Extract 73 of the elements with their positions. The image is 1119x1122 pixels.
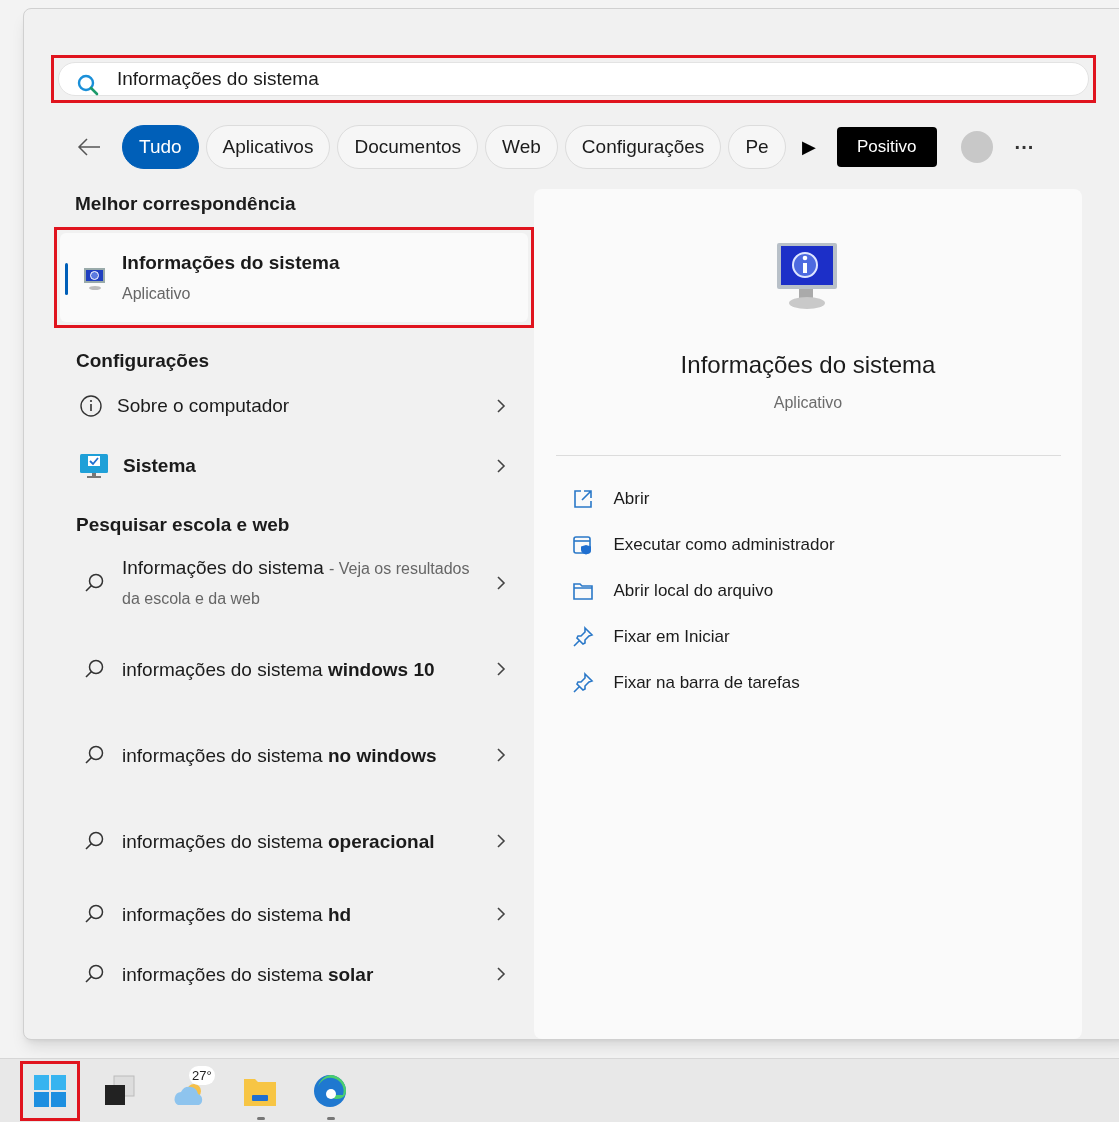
result-type: Aplicativo [122,283,192,304]
pin-icon [571,672,594,694]
best-match-item[interactable]: Informações do sistema Aplicativo [60,233,528,322]
web-search-item[interactable]: Informações do sistema - Veja os resultados da escola e da web [54,540,534,626]
action-item[interactable]: Executar como administrador [555,522,1061,568]
filter-tab[interactable]: Pe [728,125,786,169]
search-icon [84,658,106,680]
temperature-badge: 27° [189,1065,215,1085]
settings-label: Sobre o computador [117,393,291,418]
search-icon [84,830,106,852]
selection-indicator [65,263,68,295]
filter-tab[interactable]: Configurações [564,125,722,169]
action-label: Fixar em Iniciar [613,626,730,649]
window-shield-icon [571,534,594,556]
web-search-item[interactable]: informações do sistema operacional [54,798,534,884]
windows-logo-icon [32,1072,68,1109]
search-icon [84,963,106,985]
account-button[interactable]: Positivo [837,127,937,167]
suggestion-text: informações do sistema solar [122,962,375,987]
search-icon [84,744,106,766]
chevron-right-icon [496,575,506,591]
scroll-right-button[interactable]: ▶ [789,133,829,161]
search-field[interactable]: Informações do sistema [58,62,1089,96]
filter-tab[interactable]: Aplicativos [205,125,331,169]
app-title: Informações do sistema [680,350,936,380]
pin-icon [571,626,594,648]
app-type: Aplicativo [773,393,843,413]
settings-item[interactable]: Sistema [54,436,534,496]
back-arrow-icon[interactable] [76,137,102,157]
filter-tab[interactable]: Web [485,125,558,169]
action-label: Abrir [613,488,650,511]
chevron-right-icon [496,661,506,677]
web-search-item[interactable]: informações do sistema windows 10 [54,626,534,712]
chevron-right-icon [496,906,506,922]
suggestion-text: informações do sistema no windows [122,743,438,768]
web-search-item[interactable]: informações do sistema no windows [54,712,534,798]
suggestion-text: informações do sistema windows 10 [122,657,436,682]
section-heading: Melhor correspondência [74,192,297,216]
web-search-item[interactable]: informações do sistema solar [54,944,534,1004]
settings-item[interactable]: Sobre o computador [54,376,534,436]
search-icon [84,903,106,925]
chevron-right-icon [496,398,506,414]
suggestion-text: informações do sistema operacional [122,829,436,854]
chevron-right-icon [496,966,506,982]
running-indicator [257,1116,265,1120]
chevron-right-icon [496,747,506,763]
external-link-icon [571,488,594,510]
suggestion-text: informações do sistema hd [122,902,353,927]
action-item[interactable]: Abrir local do arquivo [555,568,1061,614]
search-icon [84,572,106,594]
chevron-right-icon [496,458,506,474]
settings-label: Sistema [123,453,197,478]
action-item[interactable]: Abrir [555,476,1061,522]
action-label: Executar como administrador [613,534,835,557]
chevron-right-icon [496,833,506,849]
filter-tab[interactable]: Tudo [122,125,199,169]
more-options-button[interactable]: ··· [1014,132,1035,162]
browser-icon [312,1072,348,1109]
result-title: Informações do sistema [122,251,340,276]
section-heading: Configurações [75,349,211,373]
monitor-check-icon [79,452,109,480]
action-item[interactable]: Fixar em Iniciar [555,614,1061,660]
folder-icon [571,580,594,602]
running-indicator [327,1116,335,1120]
action-label: Fixar na barra de tarefas [613,672,800,695]
action-item[interactable]: Fixar na barra de tarefas [555,660,1061,706]
taskbar-button[interactable]: 27° [160,1060,220,1121]
filter-tab[interactable]: Documentos [337,125,479,169]
info-icon [79,394,103,418]
section-heading: Pesquisar escola e web [75,513,291,537]
suggestion-text: Informações do sistema - Veja os resultados da escola e da web [122,556,471,609]
action-label: Abrir local do arquivo [613,580,774,603]
web-search-item[interactable]: informações do sistema hd [54,884,534,944]
